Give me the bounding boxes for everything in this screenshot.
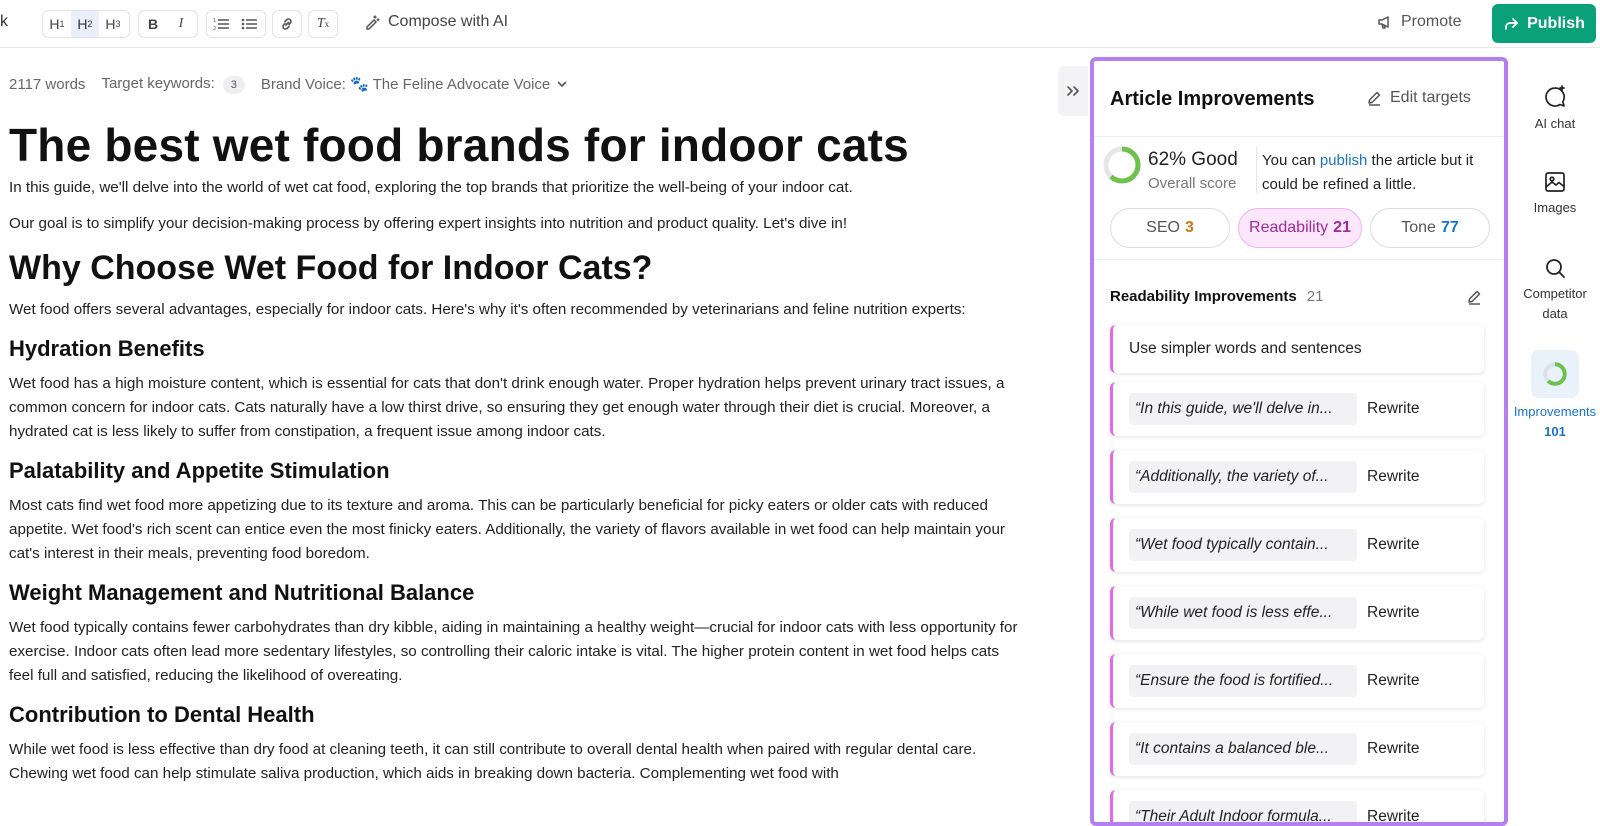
quote-snippet: “Their Adult Indoor formula... [1129, 801, 1357, 822]
chip-tone[interactable]: Tone 77 [1370, 208, 1490, 248]
edit-targets-button[interactable]: Edit targets [1366, 89, 1471, 107]
improvements-ring-box [1531, 350, 1579, 398]
rewrite-button[interactable]: Rewrite [1367, 400, 1420, 418]
keywords-count-badge: 3 [222, 75, 245, 94]
suggestion-simpler-words[interactable]: Use simpler words and sentences [1110, 325, 1484, 373]
chip-readability[interactable]: Readability 21 [1238, 208, 1362, 248]
section-divider [1094, 259, 1504, 260]
ordered-list-icon[interactable]: 12 [207, 11, 235, 37]
pencil-icon [1368, 91, 1381, 106]
rewrite-button[interactable]: Rewrite [1367, 468, 1420, 486]
rewrite-card[interactable]: “Their Adult Indoor formula... Rewrite [1110, 790, 1484, 822]
rail-images[interactable]: Images [1510, 170, 1600, 218]
edit-section-icon[interactable] [1466, 289, 1482, 305]
heading-dental[interactable]: Contribution to Dental Health [9, 700, 1026, 730]
rail-improvements[interactable]: Improvements 101 [1510, 350, 1600, 442]
score-ring-icon [1103, 146, 1141, 184]
panel-header: Article Improvements Edit targets [1094, 61, 1504, 137]
bullet-list-icon[interactable] [235, 11, 263, 37]
compose-with-ai-button[interactable]: Compose with AI [364, 13, 508, 31]
heading-group: H1 H2 H3 [42, 10, 130, 38]
h2-button[interactable]: H2 [71, 11, 99, 37]
paragraph-palatability[interactable]: Most cats find wet food more appetizing … [9, 494, 1026, 566]
brand-voice-select[interactable]: Brand Voice: 🐾 The Feline Advocate Voice [261, 75, 568, 93]
right-tool-rail: AI chat Images Competitor data Improveme… [1510, 56, 1600, 826]
word-count: 2117 words [9, 75, 86, 93]
category-chips: SEO 3 Readability 21 Tone 77 [1110, 208, 1490, 248]
readability-section-title: Readability Improvements 21 [1110, 288, 1324, 305]
publish-button[interactable]: Publish [1492, 4, 1596, 43]
paragraph-why[interactable]: Wet food offers several advantages, espe… [9, 298, 1026, 322]
article-improvements-panel: Article Improvements Edit targets 62% Go… [1090, 57, 1508, 826]
svg-text:2: 2 [213, 26, 216, 31]
search-icon [1546, 259, 1565, 278]
link-icon[interactable] [273, 11, 301, 37]
chip-seo[interactable]: SEO 3 [1110, 208, 1230, 248]
target-keywords[interactable]: Target keywords: 3 [101, 75, 245, 94]
article-title[interactable]: The best wet food brands for indoor cats [9, 118, 1026, 172]
rail-competitor-data[interactable]: Competitor data [1510, 256, 1600, 324]
overall-score-label: Overall score [1148, 175, 1237, 192]
paragraph-weight[interactable]: Wet food typically contains fewer carboh… [9, 616, 1026, 688]
score-message: You can publish the article but it could… [1262, 152, 1474, 193]
article-editor[interactable]: 2117 words Target keywords: 3 Brand Voice… [0, 56, 1040, 826]
paragraph-dental[interactable]: While wet food is less effective than dr… [9, 738, 1026, 786]
rewrite-button[interactable]: Rewrite [1367, 604, 1420, 622]
overall-score-value: 62% Good [1148, 149, 1238, 170]
format-group: B I [138, 10, 198, 38]
editor-toolbar: k H1 H2 H3 B I 12 Tx Compose with AI Pro… [0, 0, 1600, 48]
rewrite-card[interactable]: “Additionally, the variety of... Rewrite [1110, 450, 1484, 504]
italic-button[interactable]: I [167, 11, 195, 37]
double-chevron-right-icon [1067, 86, 1079, 96]
share-arrow-icon [1505, 17, 1519, 30]
rewrite-card[interactable]: “It contains a balanced ble... Rewrite [1110, 722, 1484, 776]
quote-snippet: “Wet food typically contain... [1129, 529, 1357, 561]
chevron-down-icon [557, 81, 567, 88]
panel-title: Article Improvements [1110, 88, 1315, 110]
quote-snippet: “While wet food is less effe... [1129, 597, 1357, 629]
heading-palatability[interactable]: Palatability and Appetite Stimulation [9, 456, 1026, 486]
image-icon [1545, 172, 1565, 192]
list-group: 12 [206, 10, 266, 38]
rail-ai-chat[interactable]: AI chat [1510, 84, 1600, 134]
rewrite-card[interactable]: “While wet food is less effe... Rewrite [1110, 586, 1484, 640]
paragraph-hydration[interactable]: Wet food has a high moisture content, wh… [9, 372, 1026, 444]
article-meta-bar: 2117 words Target keywords: 3 Brand Voice… [9, 56, 1026, 112]
rewrite-button[interactable]: Rewrite [1367, 672, 1420, 690]
heading-hydration[interactable]: Hydration Benefits [9, 334, 1026, 364]
rewrite-button[interactable]: Rewrite [1367, 536, 1420, 554]
rewrite-card[interactable]: “In this guide, we'll delve in... Rewrite [1110, 382, 1484, 436]
magic-pen-icon [366, 15, 380, 30]
heading-weight[interactable]: Weight Management and Nutritional Balanc… [9, 578, 1026, 608]
improvements-ring-icon [1543, 362, 1567, 386]
quote-snippet: “It contains a balanced ble... [1129, 733, 1357, 765]
promote-button[interactable]: Promote [1377, 13, 1461, 31]
chat-bubble-icon [1545, 85, 1566, 107]
improvements-count: 101 [1544, 424, 1566, 439]
back-link[interactable]: k [0, 13, 8, 31]
rewrite-button[interactable]: Rewrite [1367, 808, 1420, 822]
svg-text:1: 1 [213, 18, 216, 24]
clear-format-icon[interactable]: Tx [309, 11, 337, 37]
paragraph-intro-1[interactable]: In this guide, we'll delve into the worl… [9, 176, 1026, 200]
h1-button[interactable]: H1 [43, 11, 71, 37]
collapse-panel-button[interactable] [1058, 66, 1088, 116]
rewrite-card[interactable]: “Ensure the food is fortified... Rewrite [1110, 654, 1484, 708]
score-divider [1256, 147, 1257, 193]
heading-why-wet-food[interactable]: Why Choose Wet Food for Indoor Cats? [9, 246, 1026, 290]
bold-button[interactable]: B [139, 11, 167, 37]
h3-button[interactable]: H3 [99, 11, 127, 37]
publish-link[interactable]: publish [1320, 152, 1368, 169]
rewrite-button[interactable]: Rewrite [1367, 740, 1420, 758]
paragraph-intro-2[interactable]: Our goal is to simplify your decision-ma… [9, 212, 1026, 236]
quote-snippet: “In this guide, we'll delve in... [1129, 393, 1357, 425]
link-group [272, 10, 302, 38]
megaphone-icon [1378, 16, 1389, 29]
quote-snippet: “Additionally, the variety of... [1129, 461, 1357, 493]
quote-snippet: “Ensure the food is fortified... [1129, 665, 1357, 697]
rewrite-card[interactable]: “Wet food typically contain... Rewrite [1110, 518, 1484, 572]
clear-format-group: Tx [308, 10, 338, 38]
